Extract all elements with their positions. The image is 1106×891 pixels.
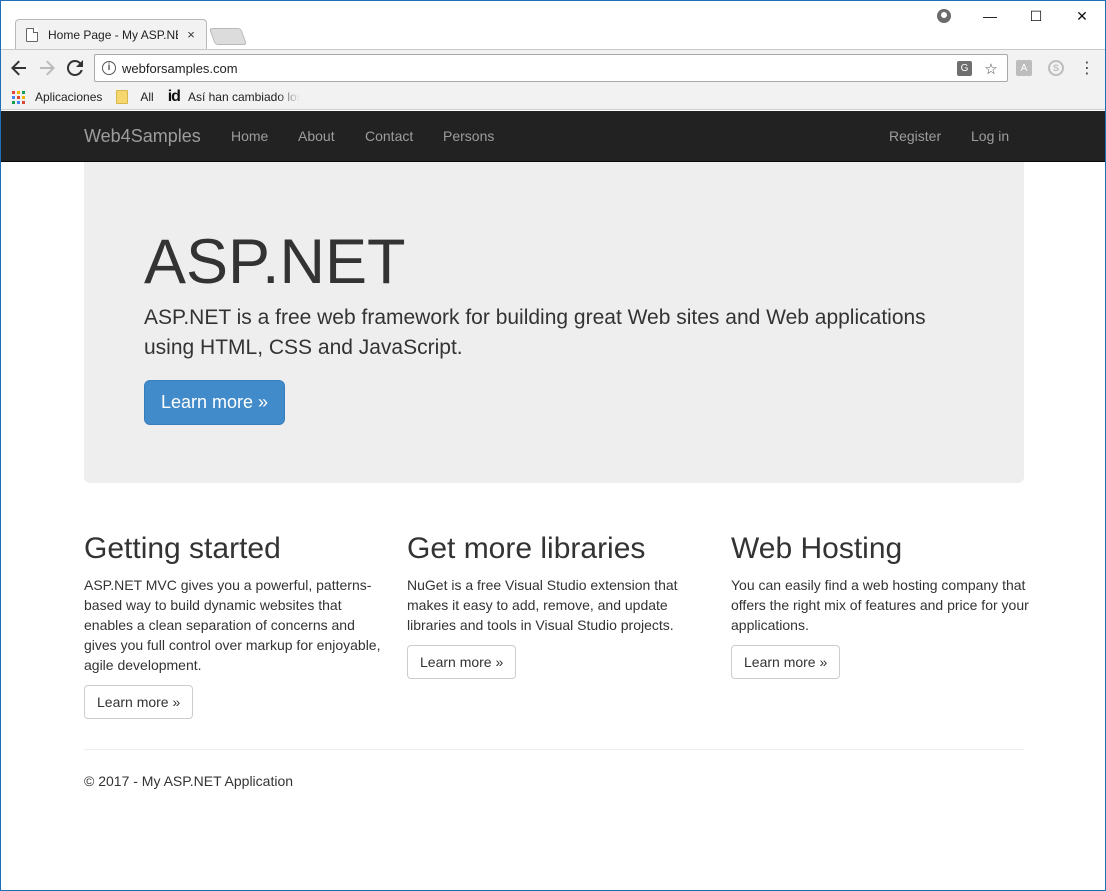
learn-more-button[interactable]: Learn more » (84, 685, 194, 719)
bookmark-article[interactable]: id Así han cambiado los (168, 88, 300, 106)
back-arrow-icon[interactable] (7, 56, 31, 80)
profile-icon[interactable] (937, 9, 951, 23)
browser-toolbar: i webforsamples.com G ☆ A S ⋮ (1, 49, 1105, 85)
column-hosting: Web Hosting You can easily find a web ho… (731, 531, 1031, 679)
column-title: Get more libraries (407, 532, 646, 565)
maximize-button[interactable]: ☐ (1013, 1, 1059, 31)
bookmark-apps-label: Aplicaciones (35, 90, 103, 104)
column-libraries: Get more libraries NuGet is a free Visua… (407, 531, 707, 679)
tab-title: Home Page - My ASP.NE (48, 27, 178, 42)
nav-login[interactable]: Log in (971, 128, 1009, 144)
column-getting-started: Getting started ASP.NET MVC gives you a … (84, 531, 384, 719)
info-icon[interactable]: i (102, 61, 116, 75)
nav-register[interactable]: Register (889, 128, 941, 144)
apps-grid-icon (12, 90, 25, 104)
window-controls: — ☐ ✕ (967, 1, 1105, 31)
pdf-extension-icon[interactable]: A (1016, 60, 1032, 76)
footer-text: © 2017 - My ASP.NET Application (84, 773, 294, 789)
bookmark-all-label: All (140, 90, 154, 104)
tab-close-icon[interactable]: × (184, 27, 198, 42)
bookmark-all[interactable]: All (116, 90, 154, 104)
learn-more-button[interactable]: Learn more » (731, 645, 841, 679)
nav-about[interactable]: About (298, 128, 335, 144)
new-tab-button[interactable] (208, 28, 248, 45)
column-text: ASP.NET MVC gives you a powerful, patter… (84, 577, 381, 673)
browser-window: Home Page - My ASP.NE × — ☐ ✕ i webforsa… (0, 0, 1106, 891)
skype-extension-icon[interactable]: S (1048, 60, 1064, 76)
folder-icon (116, 90, 129, 104)
url-text: webforsamples.com (122, 61, 238, 76)
brand-link[interactable]: Web4Samples (84, 126, 201, 147)
reload-icon[interactable] (63, 56, 87, 80)
close-button[interactable]: ✕ (1059, 1, 1105, 31)
learn-more-button[interactable]: Learn more » (407, 645, 517, 679)
bookmark-apps[interactable]: Aplicaciones (12, 90, 102, 104)
translate-icon[interactable]: G (957, 61, 972, 76)
column-title: Web Hosting (731, 532, 903, 565)
jumbotron-title: ASP.NET (144, 227, 406, 297)
jumbotron-lead: ASP.NET is a free web framework for buil… (144, 306, 926, 359)
site-navbar: Web4Samples Home About Contact Persons R… (1, 111, 1105, 162)
column-title: Getting started (84, 532, 281, 565)
nav-persons[interactable]: Persons (443, 128, 494, 144)
column-text: You can easily find a web hosting compan… (731, 577, 1029, 633)
nav-contact[interactable]: Contact (365, 128, 413, 144)
title-bar: Home Page - My ASP.NE × — ☐ ✕ (1, 1, 1105, 49)
footer-divider (84, 749, 1024, 750)
minimize-button[interactable]: — (967, 1, 1013, 31)
jumbotron: ASP.NET ASP.NET is a free web framework … (84, 162, 1024, 483)
bookmark-star-icon[interactable]: ☆ (982, 60, 1000, 78)
bookmarks-bar: Aplicaciones All id Así han cambiado los (1, 85, 1105, 110)
column-text: NuGet is a free Visual Studio extension … (407, 577, 678, 633)
learn-more-primary-button[interactable]: Learn more » (144, 380, 285, 425)
bookmark-article-label: Así han cambiado los (187, 90, 300, 104)
id-logo-icon: id (167, 88, 181, 105)
nav-home[interactable]: Home (231, 128, 268, 144)
page-icon (26, 27, 38, 42)
address-bar[interactable]: i webforsamples.com G ☆ (94, 54, 1008, 82)
forward-arrow-icon[interactable] (35, 56, 59, 80)
menu-dots-icon[interactable]: ⋮ (1079, 60, 1095, 77)
browser-tab[interactable]: Home Page - My ASP.NE × (15, 19, 207, 49)
